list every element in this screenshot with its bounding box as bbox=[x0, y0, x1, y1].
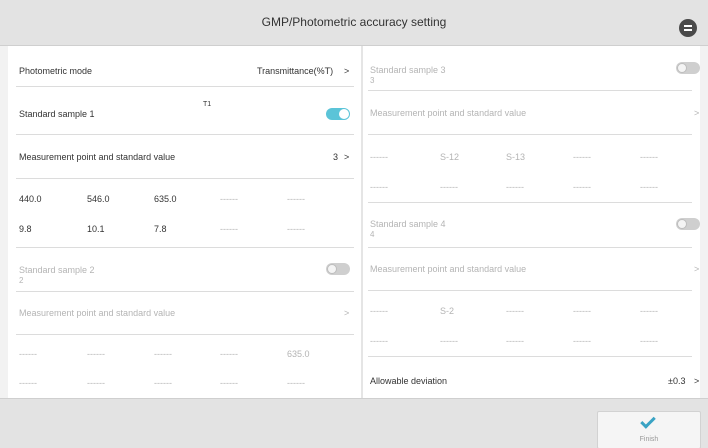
photometric-mode-label: Photometric mode bbox=[19, 66, 93, 76]
sample-4-sub: 4 bbox=[370, 230, 375, 239]
chevron-right-icon: > bbox=[344, 66, 350, 76]
divider bbox=[16, 291, 354, 292]
divider bbox=[368, 290, 692, 291]
chevron-right-icon: > bbox=[694, 264, 700, 274]
measurement-point-label: Measurement point and standard value bbox=[19, 308, 176, 318]
grid-cell[interactable]: S-2 bbox=[440, 306, 454, 316]
grid-cell[interactable]: S-12 bbox=[440, 152, 459, 162]
grid-cell[interactable]: 9.8 bbox=[19, 224, 32, 234]
grid-cell[interactable]: 7.8 bbox=[154, 224, 167, 234]
grid-cell[interactable]: ------ bbox=[440, 182, 458, 192]
sample-3-sub: 3 bbox=[370, 76, 375, 85]
chevron-right-icon: > bbox=[344, 152, 350, 162]
chevron-right-icon: > bbox=[694, 108, 700, 118]
grid-cell[interactable]: ------ bbox=[506, 182, 524, 192]
column-divider bbox=[361, 46, 363, 398]
exit-icon[interactable] bbox=[679, 19, 697, 37]
measurement-point-label: Measurement point and standard value bbox=[370, 108, 527, 118]
grid-cell[interactable]: S-13 bbox=[506, 152, 525, 162]
standard-sample-4-label: Standard sample 4 bbox=[370, 219, 446, 229]
grid-cell[interactable]: ------ bbox=[370, 336, 388, 346]
sample-3-toggle[interactable] bbox=[676, 62, 700, 74]
grid-cell[interactable]: ------ bbox=[287, 194, 305, 204]
chevron-right-icon: > bbox=[344, 308, 350, 318]
sample-2-sub: 2 bbox=[19, 276, 24, 285]
grid-cell[interactable]: ------ bbox=[370, 152, 388, 162]
settings-panel: Photometric mode Transmittance(%T) > Sta… bbox=[8, 46, 700, 398]
grid-cell[interactable]: 635.0 bbox=[154, 194, 177, 204]
grid-cell[interactable]: ------ bbox=[154, 349, 172, 359]
allowable-deviation-label: Allowable deviation bbox=[370, 376, 448, 386]
finish-label: Finish bbox=[639, 436, 659, 443]
grid-cell[interactable]: ------ bbox=[506, 306, 524, 316]
measurement-point-label: Measurement point and standard value bbox=[19, 152, 176, 162]
photometric-mode-value: Transmittance(%T) bbox=[257, 66, 334, 76]
measurement-point-label: Measurement point and standard value bbox=[370, 264, 527, 274]
allowable-deviation-value: ±0.3 bbox=[668, 376, 686, 386]
grid-cell[interactable]: 10.1 bbox=[87, 224, 105, 234]
sample-2-toggle[interactable] bbox=[326, 263, 350, 275]
grid-cell[interactable]: ------ bbox=[19, 378, 37, 388]
divider bbox=[368, 134, 692, 135]
sample-1-toggle[interactable] bbox=[326, 108, 350, 120]
grid-cell[interactable]: ------ bbox=[370, 182, 388, 192]
grid-cell[interactable]: ------ bbox=[640, 306, 658, 316]
grid-cell[interactable]: 546.0 bbox=[87, 194, 110, 204]
standard-sample-2-label: Standard sample 2 bbox=[19, 265, 95, 275]
grid-cell[interactable]: 440.0 bbox=[19, 194, 42, 204]
grid-cell[interactable]: ------ bbox=[220, 378, 238, 388]
grid-cell[interactable]: ------ bbox=[287, 378, 305, 388]
grid-cell[interactable]: 635.0 bbox=[287, 349, 310, 359]
page-title: GMP/Photometric accuracy setting bbox=[261, 15, 447, 29]
grid-cell[interactable]: ------ bbox=[573, 306, 591, 316]
sample-1-tag: T1 bbox=[203, 101, 212, 108]
grid-cell[interactable]: ------ bbox=[640, 152, 658, 162]
grid-cell[interactable]: ------ bbox=[220, 194, 238, 204]
grid-cell[interactable]: ------ bbox=[220, 224, 238, 234]
grid-cell[interactable]: ------ bbox=[440, 336, 458, 346]
divider bbox=[368, 356, 692, 357]
divider bbox=[16, 86, 354, 87]
standard-sample-1-label: Standard sample 1 bbox=[19, 109, 95, 119]
grid-cell[interactable]: ------ bbox=[573, 336, 591, 346]
grid-cell[interactable]: ------ bbox=[573, 152, 591, 162]
divider bbox=[16, 334, 354, 335]
grid-cell[interactable]: ------ bbox=[573, 182, 591, 192]
divider bbox=[16, 247, 354, 248]
divider bbox=[16, 178, 354, 179]
grid-cell[interactable]: ------ bbox=[640, 336, 658, 346]
grid-cell[interactable]: ------ bbox=[287, 224, 305, 234]
grid-cell[interactable]: ------ bbox=[370, 306, 388, 316]
measurement-point-count: 3 bbox=[333, 152, 339, 162]
finish-button[interactable]: Finish bbox=[597, 411, 701, 448]
bottom-bar: Finish bbox=[0, 398, 708, 448]
divider bbox=[16, 134, 354, 135]
sample-4-toggle[interactable] bbox=[676, 218, 700, 230]
grid-cell[interactable]: ------ bbox=[87, 378, 105, 388]
divider bbox=[368, 202, 692, 203]
check-icon bbox=[640, 413, 656, 429]
grid-cell[interactable]: ------ bbox=[154, 378, 172, 388]
title-bar: GMP/Photometric accuracy setting bbox=[0, 0, 708, 46]
grid-cell[interactable]: ------ bbox=[640, 182, 658, 192]
grid-cell[interactable]: ------ bbox=[19, 349, 37, 359]
grid-cell[interactable]: ------ bbox=[220, 349, 238, 359]
grid-cell[interactable]: ------ bbox=[506, 336, 524, 346]
divider bbox=[368, 247, 692, 248]
chevron-right-icon: > bbox=[694, 376, 700, 386]
divider bbox=[368, 90, 692, 91]
grid-cell[interactable]: ------ bbox=[87, 349, 105, 359]
standard-sample-3-label: Standard sample 3 bbox=[370, 65, 446, 75]
